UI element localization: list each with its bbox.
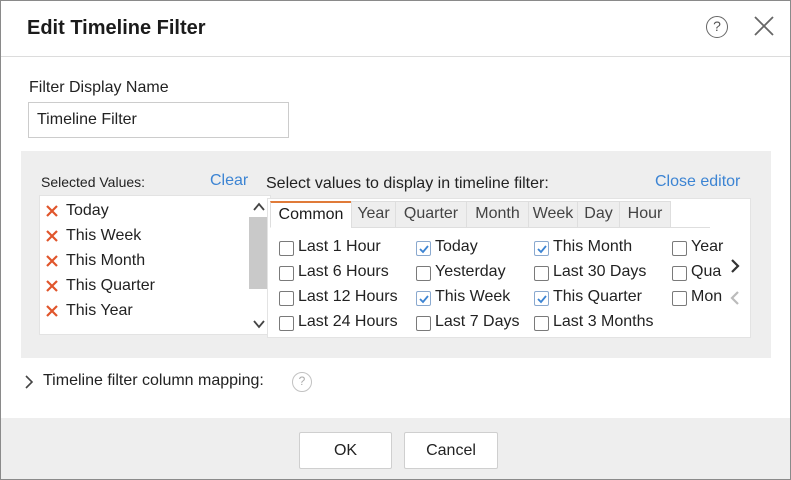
selected-values-items: Today This Week This Month This Quarter This… — [40, 199, 250, 324]
tab-week[interactable]: Week — [528, 201, 578, 228]
checkbox-box[interactable] — [672, 291, 687, 306]
checkbox-box[interactable] — [279, 291, 294, 306]
checkbox-label: Last 30 Days — [553, 263, 647, 280]
remove-x-icon[interactable] — [45, 254, 59, 268]
selected-value-item[interactable]: This Year — [40, 299, 250, 324]
checkmark-icon — [537, 295, 547, 304]
dialog-title: Edit Timeline Filter — [27, 17, 206, 39]
close-icon[interactable] — [753, 15, 775, 37]
tab-hour[interactable]: Hour — [619, 201, 671, 228]
cancel-button[interactable]: Cancel — [404, 432, 498, 469]
selected-value-item[interactable]: This Quarter — [40, 274, 250, 299]
checkbox-box[interactable] — [534, 241, 549, 256]
selected-value-item[interactable]: This Month — [40, 249, 250, 274]
scroll-up-icon[interactable] — [252, 200, 266, 214]
selected-value-label: Today — [66, 202, 109, 219]
checkbox-box[interactable] — [672, 266, 687, 281]
checkbox-box[interactable] — [279, 316, 294, 331]
checkbox-box[interactable] — [416, 241, 431, 256]
checkbox-label: Last 1 Hour — [298, 238, 381, 255]
checkbox-label: Last 3 Months — [553, 313, 654, 330]
remove-x-icon[interactable] — [45, 204, 59, 218]
select-values-label: Select values to display in timeline fil… — [266, 175, 549, 192]
dialog-footer: OK Cancel — [1, 418, 790, 479]
tab-month[interactable]: Month — [466, 201, 529, 228]
filter-display-name-label: Filter Display Name — [29, 79, 169, 96]
mapping-help-icon[interactable]: ? — [292, 372, 312, 392]
checkmark-icon — [419, 245, 429, 254]
checkbox-box[interactable] — [534, 291, 549, 306]
checkbox-label: This Month — [553, 238, 633, 255]
checkbox-label: Today — [435, 238, 478, 255]
selected-value-item[interactable]: Today — [40, 199, 250, 224]
clear-link[interactable]: Clear — [210, 172, 248, 190]
checkmark-icon — [537, 245, 547, 254]
values-editor-panel: Selected Values: Clear Today This Week Thi… — [21, 151, 771, 358]
selected-value-label: This Week — [66, 227, 142, 244]
checkbox-box[interactable] — [416, 291, 431, 306]
selected-value-item[interactable]: This Week — [40, 224, 250, 249]
checkbox-label: Qua — [691, 263, 722, 280]
selected-value-label: This Year — [66, 302, 133, 319]
tab-year[interactable]: Year — [351, 201, 396, 228]
checkbox-label: Last 6 Hours — [298, 263, 389, 280]
checkbox-label: Last 12 Hours — [298, 288, 398, 305]
checkbox-label: Yesterday — [435, 263, 506, 280]
checkbox-label: Last 7 Days — [435, 313, 520, 330]
value-checkbox[interactable]: Mon — [672, 287, 728, 307]
selected-values-label: Selected Values: — [41, 174, 146, 190]
selected-value-label: This Quarter — [66, 277, 155, 294]
checkbox-box[interactable] — [416, 316, 431, 331]
remove-x-icon[interactable] — [45, 279, 59, 293]
checkbox-label: This Quarter — [553, 288, 642, 305]
dialog-header: Edit Timeline Filter ? — [1, 1, 790, 57]
remove-x-icon[interactable] — [45, 229, 59, 243]
filter-display-name-input[interactable] — [28, 102, 289, 138]
checkbox-box[interactable] — [279, 266, 294, 281]
scrollbar-thumb[interactable] — [249, 217, 269, 289]
checkmark-icon — [419, 295, 429, 304]
tab-common[interactable]: Common — [270, 201, 352, 228]
scroll-down-icon[interactable] — [252, 317, 266, 331]
value-checkbox[interactable]: Qua — [672, 262, 728, 282]
chevron-right-icon[interactable] — [728, 257, 742, 275]
checkbox-label: Year — [691, 238, 724, 255]
tab-quarter[interactable]: Quarter — [395, 201, 467, 228]
remove-x-icon[interactable] — [45, 304, 59, 318]
edit-timeline-filter-dialog: Edit Timeline Filter ? Filter Display Na… — [0, 0, 791, 480]
checkbox-box[interactable] — [672, 241, 687, 256]
values-selector: Common Year Quarter Month Week Day Hour Last 1… — [267, 198, 751, 338]
selected-value-label: This Month — [66, 252, 146, 269]
ok-button[interactable]: OK — [299, 432, 392, 469]
expand-chevron-icon[interactable] — [23, 374, 35, 390]
checkbox-box[interactable] — [534, 316, 549, 331]
checkbox-box[interactable] — [279, 241, 294, 256]
checkbox-box[interactable] — [416, 266, 431, 281]
checkbox-label: Mon — [691, 288, 723, 305]
value-checkbox[interactable]: Year — [672, 237, 728, 257]
selected-values-list: Today This Week This Month This Quarter This… — [39, 195, 271, 335]
checkbox-label: Last 24 Hours — [298, 313, 398, 330]
checkbox-label: This Week — [435, 288, 511, 305]
chevron-left-icon[interactable] — [728, 289, 742, 307]
tab-day[interactable]: Day — [577, 201, 620, 228]
help-icon[interactable]: ? — [706, 16, 728, 38]
column-mapping-label[interactable]: Timeline filter column mapping: — [43, 372, 264, 390]
checkbox-box[interactable] — [534, 266, 549, 281]
close-editor-link[interactable]: Close editor — [655, 173, 740, 191]
